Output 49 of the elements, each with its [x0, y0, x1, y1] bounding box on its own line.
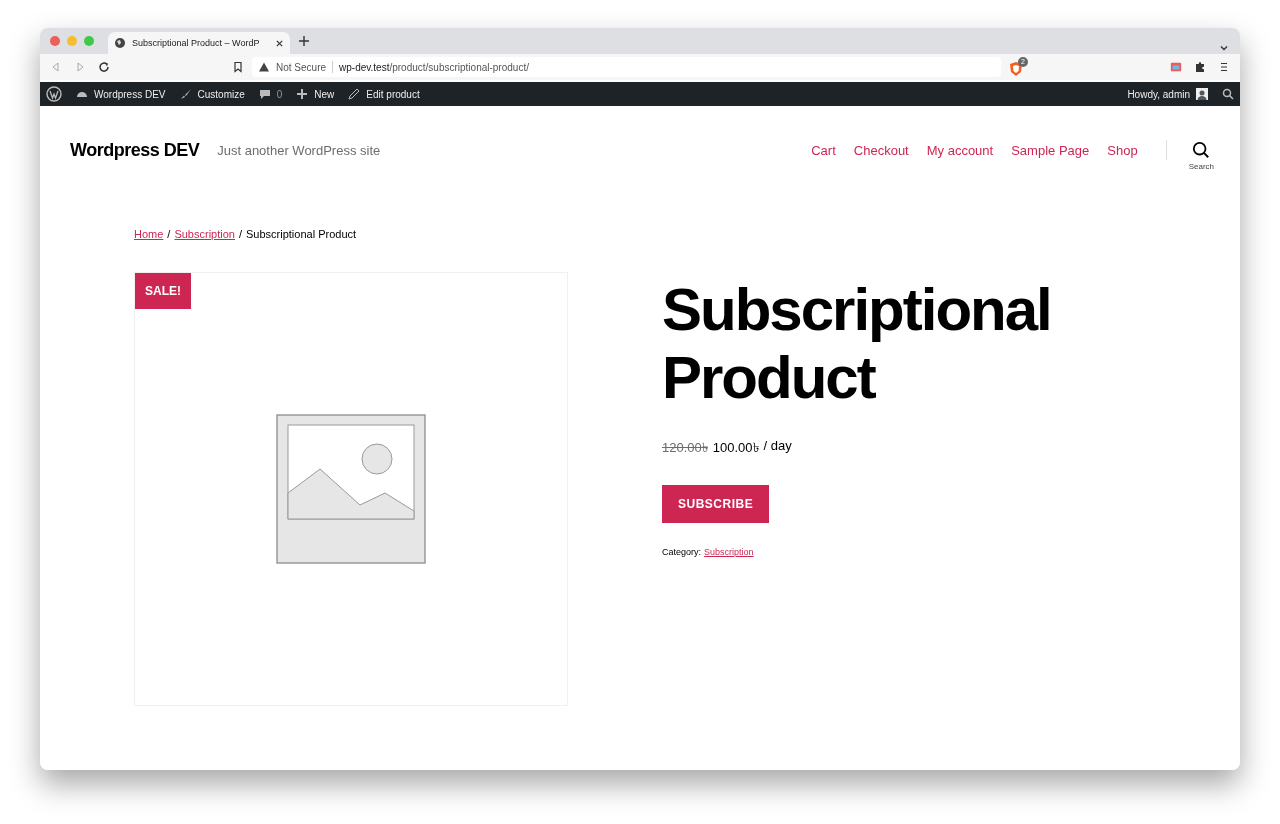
admin-bar-item[interactable]: Wordpress DEV	[76, 88, 166, 100]
avatar-icon	[1196, 88, 1208, 100]
tab-title: Subscriptional Product – WordP	[132, 38, 261, 48]
pencil-icon	[348, 88, 361, 100]
breadcrumb-current: Subscriptional Product	[246, 228, 357, 240]
nav-link[interactable]: Checkout	[853, 142, 909, 158]
subscribe-button[interactable]: SUBSCRIBE	[662, 485, 770, 523]
sale-badge: SALE!	[135, 273, 191, 309]
breadcrumb-link[interactable]: Subscription	[174, 228, 235, 240]
breadcrumb-link[interactable]: Home	[134, 228, 164, 240]
search-icon	[1192, 141, 1211, 159]
breadcrumb-separator: /	[238, 228, 242, 240]
site-title[interactable]: Wordpress DEV	[70, 139, 200, 161]
wordpress-logo-icon[interactable]	[46, 86, 62, 102]
sale-price: 100.00৳	[712, 439, 759, 457]
admin-bar-item[interactable]: 0	[258, 88, 283, 100]
extension-icon[interactable]	[1170, 61, 1182, 73]
nav-link[interactable]: My account	[926, 142, 994, 158]
nav-link[interactable]: Sample Page	[1011, 142, 1090, 158]
billing-period: / day	[763, 438, 792, 455]
new-tab-icon[interactable]	[298, 35, 310, 47]
browser-tab[interactable]: Subscriptional Product – WordP	[108, 32, 290, 54]
category-link[interactable]: Subscription	[704, 547, 754, 557]
account-menu[interactable]: Howdy, admin	[1127, 88, 1208, 100]
bookmark-icon[interactable]	[232, 61, 244, 73]
product-title: Subscriptional Product	[662, 276, 1052, 412]
nav-link[interactable]: Shop	[1107, 142, 1138, 158]
security-label: Not Secure	[276, 61, 327, 73]
category-label: Category:	[662, 547, 702, 557]
puzzle-icon[interactable]	[1194, 61, 1206, 73]
address-bar[interactable]: Not Secure wp-dev.test/product/subscriptional-product/	[252, 57, 1001, 77]
comment-icon	[258, 88, 271, 100]
site-tagline: Just another WordPress site	[217, 142, 381, 158]
nav-link[interactable]: Cart	[811, 142, 836, 158]
admin-bar-item[interactable]: Customize	[179, 88, 245, 100]
breadcrumb-separator: /	[167, 228, 171, 240]
url-text: wp-dev.test/product/subscriptional-product/	[339, 61, 529, 73]
search-icon[interactable]	[1222, 88, 1234, 100]
globe-icon	[114, 37, 126, 49]
warning-icon	[258, 61, 270, 73]
admin-bar-item[interactable]: New	[296, 88, 335, 100]
reload-icon[interactable]	[98, 61, 110, 73]
plus-icon	[296, 88, 309, 100]
menu-icon[interactable]	[1218, 61, 1230, 73]
close-tab-icon[interactable]	[275, 38, 284, 48]
image-placeholder-icon	[275, 413, 427, 565]
admin-bar-item[interactable]: Edit product	[348, 88, 420, 100]
original-price: 120.00৳	[662, 439, 708, 457]
search-toggle[interactable]: Search	[1188, 141, 1214, 171]
